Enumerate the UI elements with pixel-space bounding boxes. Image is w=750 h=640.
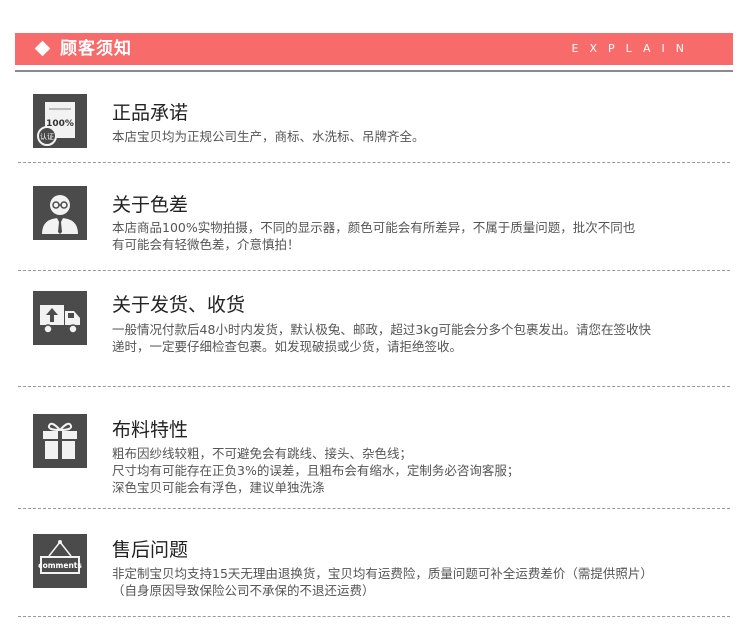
diamond-icon bbox=[34, 40, 51, 57]
section-divider bbox=[18, 386, 730, 387]
section-divider bbox=[18, 508, 730, 509]
header-underline bbox=[15, 70, 733, 72]
comments-sign-text: comments bbox=[38, 561, 82, 570]
section-title: 关于发货、收货 bbox=[112, 294, 246, 316]
section-line: 本店宝贝均为正规公司生产，商标、水洗标、吊牌齐全。 bbox=[112, 129, 425, 144]
section-line: （自身原因导致保险公司不承保的不退还运费） bbox=[112, 583, 375, 598]
notice-header: 顾客须知 EXPLAIN bbox=[15, 33, 733, 65]
section-line: 一般情况付款后48小时内发货，默认极兔、邮政，超过3kg可能会分多个包裹发出。请… bbox=[112, 322, 652, 337]
section-body: 本店商品100%实物拍摄，不同的显示器，颜色可能会有所差异，不属于质量问题，批次… bbox=[112, 219, 712, 253]
section-title: 布料特性 bbox=[112, 419, 189, 441]
section-body: 本店宝贝均为正规公司生产，商标、水洗标、吊牌齐全。 bbox=[112, 128, 712, 145]
section-title: 售后问题 bbox=[112, 539, 189, 561]
gift-icon bbox=[33, 414, 87, 468]
section-line: 递时，一定要仔细检查包裹。如发现破损或少货，请拒绝签收。 bbox=[112, 339, 463, 354]
section-divider bbox=[18, 162, 730, 163]
certificate-badge-text: 认证 bbox=[40, 132, 54, 141]
section-body: 粗布因纱线较粗，不可避免会有跳线、接头、杂色线； 尺寸均有可能存在正负3%的误差… bbox=[112, 445, 712, 496]
section-line: 深色宝贝可能会有浮色，建议单独洗涤 bbox=[112, 480, 325, 495]
section-line: 尺寸均有可能存在正负3%的误差，且粗布会有缩水，定制务必咨询客服； bbox=[112, 463, 520, 478]
section-title: 正品承诺 bbox=[112, 102, 189, 124]
delivery-truck-icon bbox=[33, 291, 87, 345]
section-line: 有可能会有轻微色差，介意慎拍！ bbox=[112, 237, 300, 252]
person-glasses-icon bbox=[33, 186, 87, 240]
section-divider bbox=[18, 270, 730, 271]
section-body: 一般情况付款后48小时内发货，默认极兔、邮政，超过3kg可能会分多个包裹发出。请… bbox=[112, 321, 712, 355]
certificate-icon: 100% 认证 bbox=[33, 94, 87, 148]
comments-sign-icon: comments bbox=[33, 534, 87, 588]
header-subtitle: EXPLAIN bbox=[571, 42, 695, 55]
section-line: 非定制宝贝均支持15天无理由退换货，宝贝均有运费险，质量问题可补全运费差价（需提… bbox=[112, 566, 653, 581]
section-title: 关于色差 bbox=[112, 194, 189, 216]
section-body: 非定制宝贝均支持15天无理由退换货，宝贝均有运费险，质量问题可补全运费差价（需提… bbox=[112, 565, 712, 599]
section-divider bbox=[18, 616, 730, 617]
section-line: 粗布因纱线较粗，不可避免会有跳线、接头、杂色线； bbox=[112, 446, 413, 461]
header-title: 顾客须知 bbox=[60, 39, 132, 59]
section-line: 本店商品100%实物拍摄，不同的显示器，颜色可能会有所差异，不属于质量问题，批次… bbox=[112, 220, 636, 235]
